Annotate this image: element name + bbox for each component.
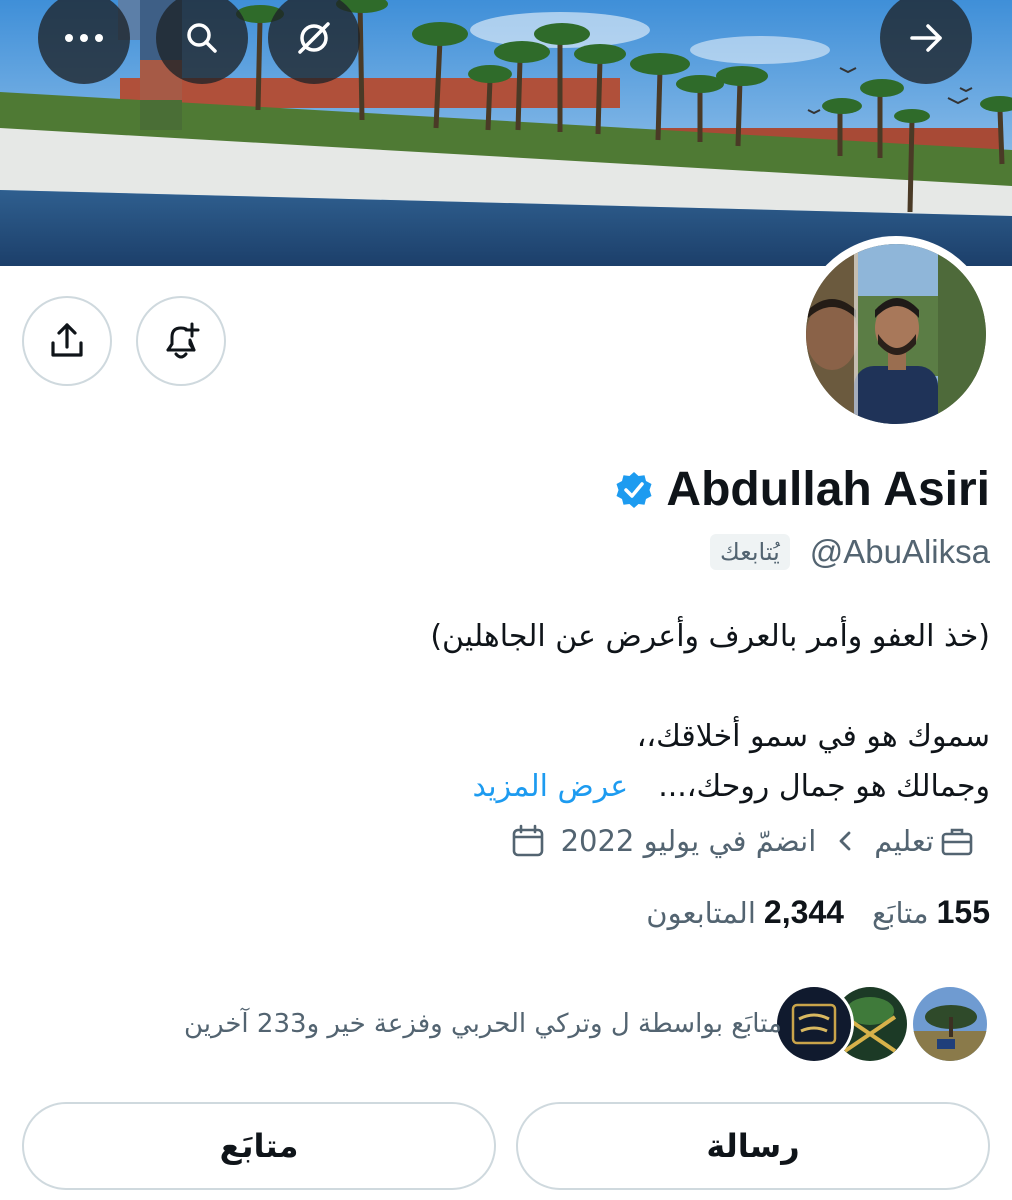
category-label: تعليم: [874, 824, 934, 858]
follower-avatar-image: [913, 987, 987, 1061]
following-stat[interactable]: 155متابَع: [872, 894, 990, 931]
profile-name: Abdullah Asiri: [666, 463, 990, 516]
following-label: متابَع: [871, 896, 929, 930]
notify-button[interactable]: [136, 296, 226, 386]
profile-bio: (خذ العفو وأمر بالعرف وأعرض عن الجاهلين)…: [30, 612, 990, 812]
follows-you-badge: يُتابعك: [710, 534, 790, 570]
following-count: 155: [936, 894, 990, 930]
chevron-left-icon: [839, 831, 851, 851]
bio-line: وجمالك هو جمال روحك،...: [658, 769, 990, 804]
bell-plus-icon: [166, 322, 200, 359]
bio-line: (خذ العفو وأمر بالعرف وأعرض عن الجاهلين): [430, 619, 990, 654]
arrow-right-icon: [910, 24, 942, 52]
show-more-link[interactable]: عرض المزيد: [472, 769, 628, 804]
followed-by-text: متابَع بواسطة ل وتركي الحربي وفزعة خير و…: [183, 1009, 782, 1039]
joined-item: انضمّ في يوليو 2022: [511, 824, 817, 858]
followers-label: المتابعون: [646, 896, 756, 930]
grok-icon: [298, 22, 330, 54]
share-icon: [51, 323, 83, 357]
message-button[interactable]: رسالة: [516, 1102, 990, 1190]
profile-meta: تعليم انضمّ في يوليو 2022: [511, 824, 974, 858]
following-button[interactable]: متابَع: [22, 1102, 496, 1190]
followers-count: 2,344: [763, 894, 844, 930]
message-button-label: رسالة: [706, 1127, 800, 1165]
followed-by-row[interactable]: متابَع بواسطة ل وتركي الحربي وفزعة خير و…: [184, 984, 990, 1064]
joined-date: انضمّ في يوليو 2022: [560, 824, 817, 858]
category-item[interactable]: تعليم: [836, 824, 974, 858]
calendar-icon: [512, 824, 543, 857]
follow-stats: 155متابَع 2,344المتابعون: [646, 894, 990, 931]
follower-avatar: [774, 984, 854, 1064]
share-profile-button[interactable]: [22, 296, 112, 386]
followers-stat[interactable]: 2,344المتابعون: [646, 894, 844, 931]
briefcase-icon: [941, 828, 973, 856]
profile-handle: @AbuAliksa: [809, 533, 990, 570]
bio-line: سموك هو في سمو أخلاقك،،: [636, 719, 990, 754]
handle-row: يُتابعك @AbuAliksa: [710, 533, 990, 571]
following-button-label: متابَع: [219, 1127, 299, 1165]
more-horizontal-icon: [65, 34, 103, 42]
search-icon: [187, 23, 217, 53]
verified-badge-icon: [616, 471, 652, 508]
followed-by-avatars: [774, 984, 990, 1064]
profile-avatar[interactable]: [798, 236, 994, 432]
follower-avatar: [910, 984, 990, 1064]
avatar-image: [806, 244, 986, 424]
profile-name-row: Abdullah Asiri: [614, 462, 990, 517]
follower-avatar-image: [777, 987, 851, 1061]
profile-banner: [0, 0, 1012, 266]
